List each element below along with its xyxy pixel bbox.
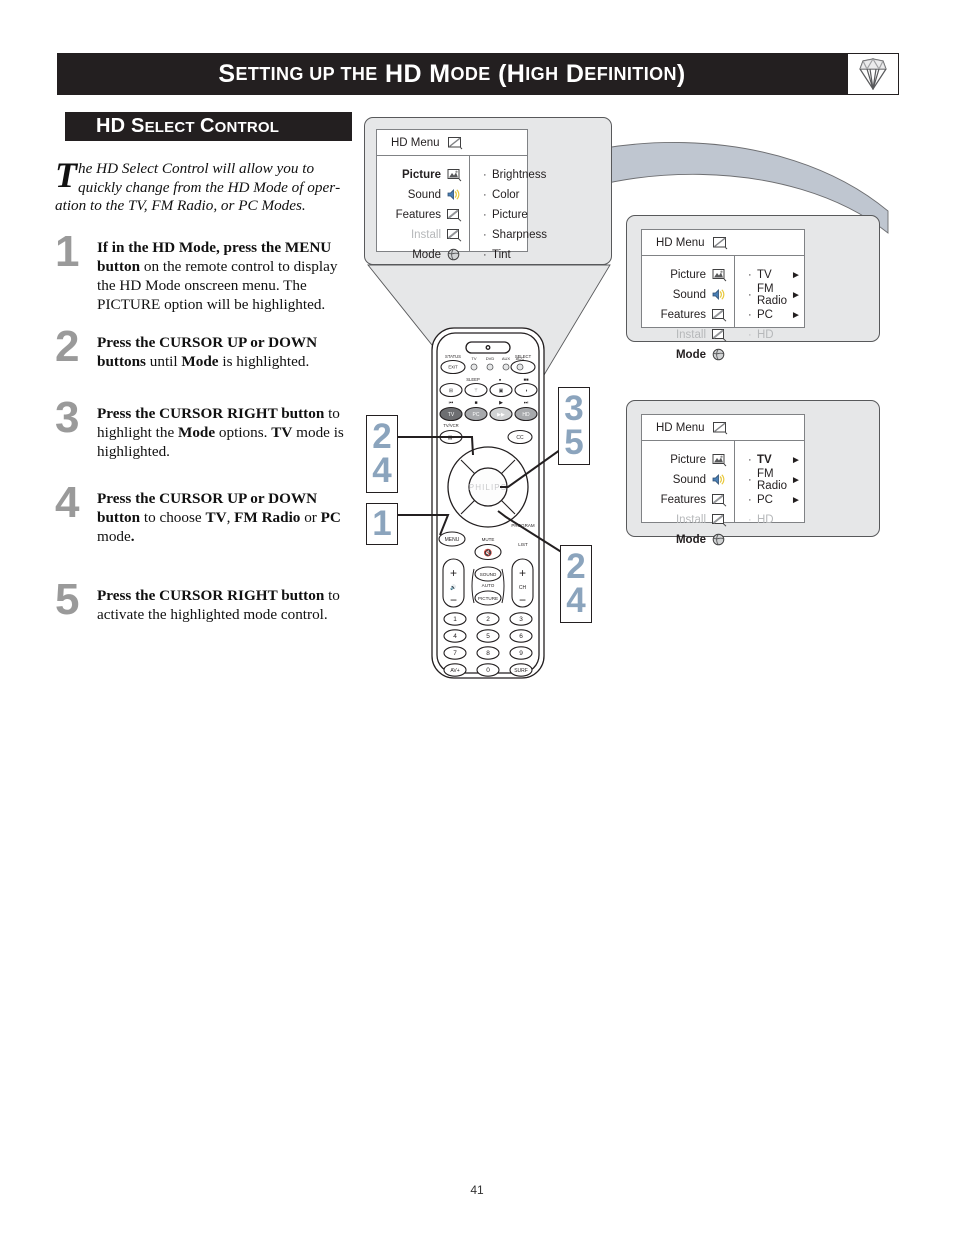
callout-leader-lines [392, 429, 591, 571]
step-item-2: 2 Press the CURSOR UP or DOWN buttons un… [55, 324, 355, 371]
step-number-5: 5 [55, 575, 80, 624]
diamond-gem-icon [847, 53, 899, 95]
step-text-5: Press the CURSOR RIGHT button to activat… [97, 587, 340, 623]
step-number-1: 1 [55, 227, 80, 276]
callout-1: 1 [366, 503, 398, 545]
intro-paragraph: The HD Select Control will allow you to … [55, 155, 345, 216]
step-number-2: 2 [55, 322, 80, 371]
step-item-3: 3 Press the CURSOR RIGHT button to highl… [55, 395, 355, 461]
step-item-1: 1 If in the HD Mode, press the MENU butt… [55, 229, 355, 314]
step-item-5: 5 Press the CURSOR RIGHT button to activ… [55, 577, 355, 624]
callout-line: 2 [566, 546, 586, 586]
callout-line: 3 [564, 388, 584, 428]
callout-line: 2 [372, 416, 392, 456]
callout-2-4-right: 2 4 [560, 545, 592, 623]
page-header-bar: S ETTING UP THE HD M ODE (H IGH D EFINITION) [57, 53, 899, 95]
step-text-4: Press the CURSOR UP or DOWN button to ch… [97, 490, 341, 545]
diagram-area: HD Menu Picture Sound Features Install M… [360, 115, 900, 695]
callout-line: 4 [566, 581, 586, 620]
step-text-1: If in the HD Mode, press the MENU button… [97, 239, 338, 313]
callout-3-5: 3 5 [558, 387, 590, 465]
step-number-3: 3 [55, 393, 80, 442]
intro-text: he HD Select Control will allow you to q… [55, 160, 341, 215]
section-title-bar: HD SELECT CONTROL [65, 112, 352, 141]
callout-line: 1 [372, 503, 392, 543]
section-title: HD SELECT CONTROL [96, 115, 280, 137]
page-number: 41 [470, 1183, 484, 1197]
intro-dropcap: T [55, 155, 77, 195]
callout-2-4-left: 2 4 [366, 415, 398, 493]
step-item-4: 4 Press the CURSOR UP or DOWN button to … [55, 480, 355, 546]
step-text-3: Press the CURSOR RIGHT button to highlig… [97, 405, 344, 460]
step-number-4: 4 [55, 478, 80, 527]
callout-line: 5 [564, 423, 584, 462]
callout-line: 4 [372, 451, 392, 490]
step-text-2: Press the CURSOR UP or DOWN buttons unti… [97, 334, 318, 370]
page-title: S ETTING UP THE HD M ODE (H IGH D EFINITION) [218, 59, 686, 88]
